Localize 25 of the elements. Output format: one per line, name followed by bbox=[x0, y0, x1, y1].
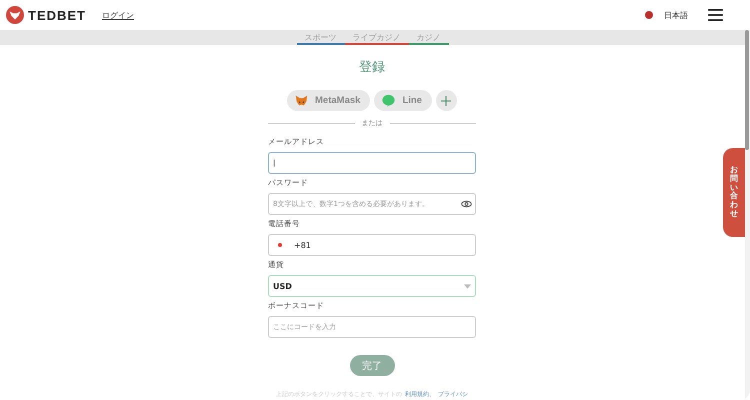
menu-icon[interactable] bbox=[708, 9, 723, 21]
chat-bubble-icon bbox=[382, 94, 396, 107]
logo-text: TEDBET bbox=[28, 8, 86, 22]
currency-select[interactable]: USD bbox=[268, 275, 476, 297]
language-selector[interactable]: 日本語 bbox=[664, 10, 688, 20]
phone-field[interactable]: +81 bbox=[268, 234, 476, 256]
line-button[interactable]: Line bbox=[374, 90, 432, 111]
nav-tab[interactable]: ライブカジノ bbox=[344, 30, 408, 45]
eye-icon[interactable] bbox=[461, 200, 472, 208]
login-link[interactable]: ログイン bbox=[102, 10, 134, 20]
scrollbar-thumb[interactable] bbox=[745, 30, 749, 150]
fox-icon bbox=[295, 94, 308, 107]
nav-tab[interactable]: カジノ bbox=[408, 30, 448, 45]
flag-icon bbox=[645, 11, 653, 19]
contact-tab[interactable]: お問い合わせ bbox=[723, 148, 745, 237]
logo[interactable]: TEDBET bbox=[6, 6, 86, 24]
caret-icon bbox=[464, 284, 471, 288]
phone-code: +81 bbox=[294, 240, 311, 250]
metamask-button[interactable]: MetaMask bbox=[287, 90, 370, 111]
page-title: 登録 bbox=[359, 59, 385, 76]
nav-tab[interactable]: スポーツ bbox=[296, 30, 344, 45]
plus-icon bbox=[441, 96, 452, 106]
submit-button[interactable]: 完了 bbox=[350, 355, 394, 376]
more-button[interactable] bbox=[436, 90, 457, 111]
bull-head-icon bbox=[6, 6, 24, 24]
